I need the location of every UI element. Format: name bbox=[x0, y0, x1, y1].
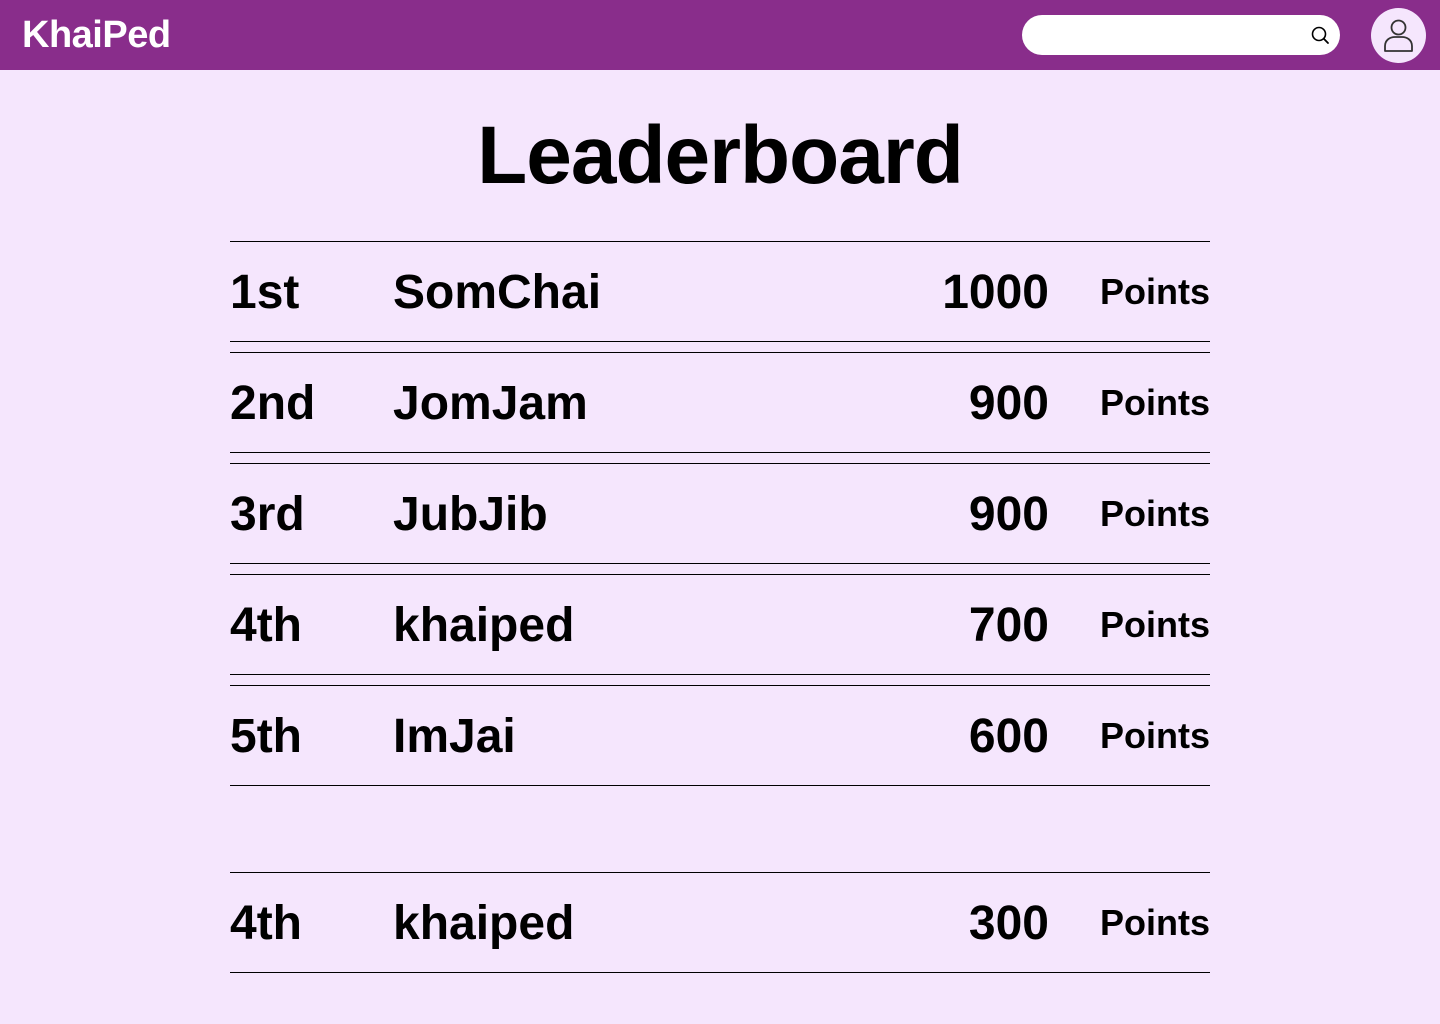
player-name[interactable]: khaiped bbox=[393, 599, 574, 653]
rank-label: 3rd bbox=[230, 488, 305, 541]
player-name[interactable]: ImJai bbox=[393, 710, 516, 764]
player-name[interactable]: khaiped bbox=[393, 897, 574, 951]
current-user-row: 4th khaiped 300 Points bbox=[230, 872, 1210, 973]
points-label: Points bbox=[1099, 271, 1210, 312]
rank-label: 1st bbox=[230, 266, 300, 319]
leaderboard-list: 1st SomChai 1000 Points 2nd JomJam 900 P… bbox=[230, 241, 1210, 796]
score-value: 600 bbox=[968, 710, 1049, 763]
player-name[interactable]: JubJib bbox=[393, 488, 548, 542]
points-label: Points bbox=[1099, 382, 1210, 423]
search-icon[interactable] bbox=[1310, 25, 1330, 45]
app-logo[interactable]: KhaiPed bbox=[22, 13, 171, 57]
leaderboard-row: 3rd JubJib 900 Points bbox=[230, 463, 1210, 564]
rank-label: 5th bbox=[230, 710, 302, 763]
leaderboard-row: 5th ImJai 600 Points bbox=[230, 685, 1210, 786]
rank-label: 4th bbox=[230, 897, 302, 950]
leaderboard-row: 2nd JomJam 900 Points bbox=[230, 352, 1210, 453]
rank-label: 2nd bbox=[230, 377, 316, 430]
leaderboard-row: 1st SomChai 1000 Points bbox=[230, 241, 1210, 342]
search-input[interactable] bbox=[1040, 15, 1310, 55]
points-label: Points bbox=[1099, 604, 1210, 645]
score-value: 900 bbox=[968, 488, 1049, 541]
user-avatar-button[interactable] bbox=[1371, 8, 1426, 63]
player-name[interactable]: SomChai bbox=[393, 266, 601, 320]
user-icon bbox=[1384, 19, 1413, 52]
page-title: Leaderboard bbox=[477, 110, 964, 201]
top-navigation-bar: KhaiPed bbox=[0, 0, 1440, 70]
rank-label: 4th bbox=[230, 599, 302, 652]
score-value: 900 bbox=[968, 377, 1049, 430]
score-value: 700 bbox=[968, 599, 1049, 652]
points-label: Points bbox=[1099, 715, 1210, 756]
points-label: Points bbox=[1099, 493, 1210, 534]
leaderboard-row: 4th khaiped 700 Points bbox=[230, 574, 1210, 675]
score-value: 1000 bbox=[942, 266, 1049, 319]
player-name[interactable]: JomJam bbox=[393, 377, 588, 431]
points-label: Points bbox=[1099, 902, 1210, 943]
score-value: 300 bbox=[968, 897, 1049, 950]
search-bar[interactable] bbox=[1022, 15, 1340, 55]
